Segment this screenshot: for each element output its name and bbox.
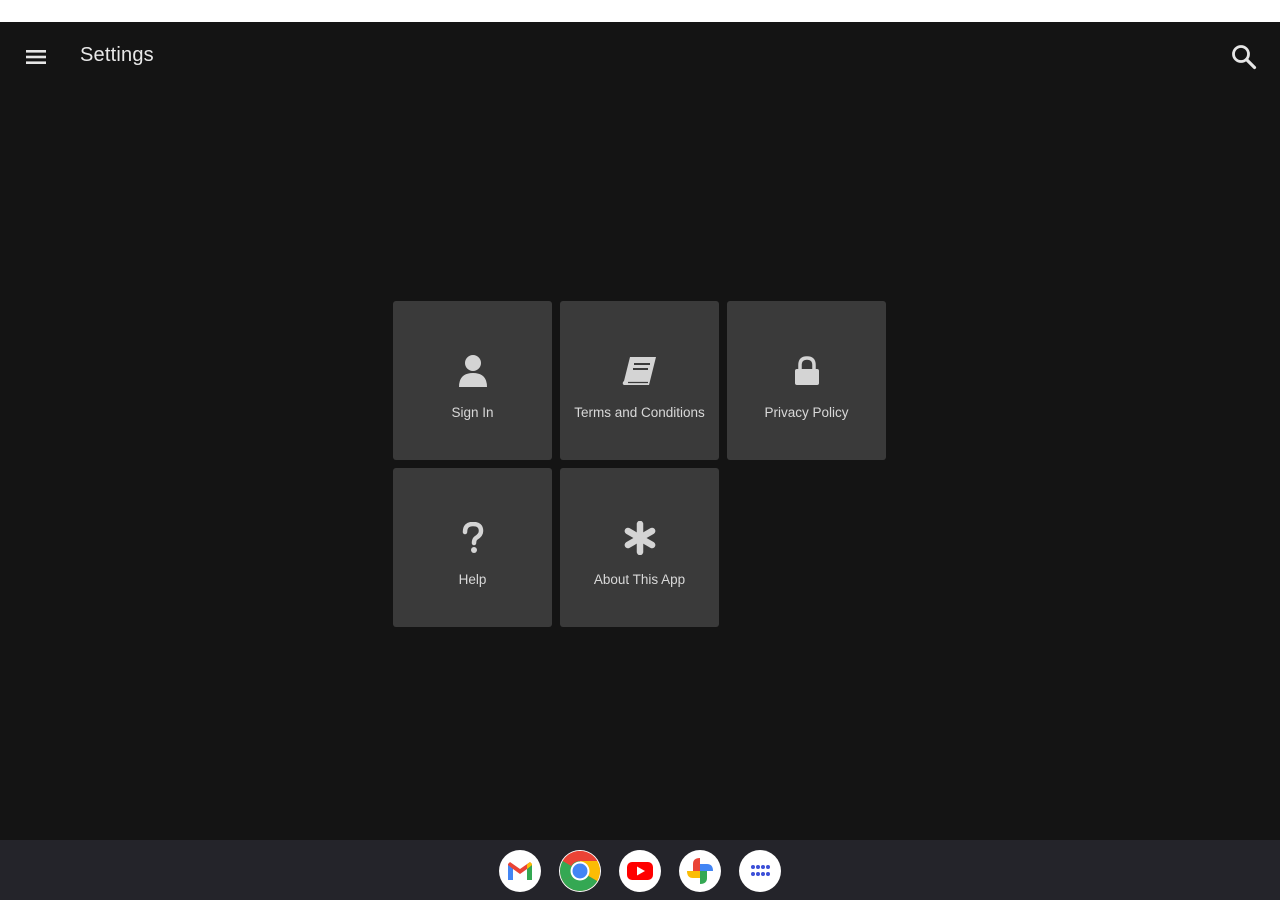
book-icon xyxy=(622,357,656,385)
photos-app[interactable] xyxy=(679,850,721,892)
toolbar: Settings xyxy=(0,22,1280,92)
launcher-app[interactable] xyxy=(739,850,781,892)
photos-icon xyxy=(687,858,713,884)
privacy-policy-label: Privacy Policy xyxy=(764,405,849,420)
app-window: Settings Sign In Terms and Conditions Pr… xyxy=(0,22,1280,840)
question-mark-icon xyxy=(462,522,483,553)
chrome-icon xyxy=(560,851,600,891)
asterisk-icon xyxy=(624,521,655,555)
taskbar-shelf xyxy=(0,840,1280,900)
app-launcher-icon xyxy=(751,865,770,876)
help-label: Help xyxy=(458,572,487,587)
gmail-app[interactable] xyxy=(499,850,541,892)
search-icon xyxy=(1232,45,1257,70)
gmail-icon xyxy=(508,862,532,880)
page-title: Settings xyxy=(80,44,154,66)
help-tile[interactable]: Help xyxy=(393,468,552,627)
privacy-policy-tile[interactable]: Privacy Policy xyxy=(727,301,886,460)
about-this-app-tile[interactable]: About This App xyxy=(560,468,719,627)
sign-in-label: Sign In xyxy=(451,405,494,420)
top-strip xyxy=(0,0,1280,22)
terms-and-conditions-label: Terms and Conditions xyxy=(574,405,705,420)
sign-in-tile[interactable]: Sign In xyxy=(393,301,552,460)
lock-icon xyxy=(794,356,819,385)
person-icon xyxy=(458,355,487,387)
about-this-app-label: About This App xyxy=(593,572,686,587)
youtube-app[interactable] xyxy=(619,850,661,892)
hamburger-menu-icon xyxy=(26,50,46,64)
terms-and-conditions-tile[interactable]: Terms and Conditions xyxy=(560,301,719,460)
youtube-icon xyxy=(627,862,653,880)
chrome-app[interactable] xyxy=(559,850,601,892)
search-button[interactable] xyxy=(1224,37,1264,77)
menu-button[interactable] xyxy=(16,37,56,77)
